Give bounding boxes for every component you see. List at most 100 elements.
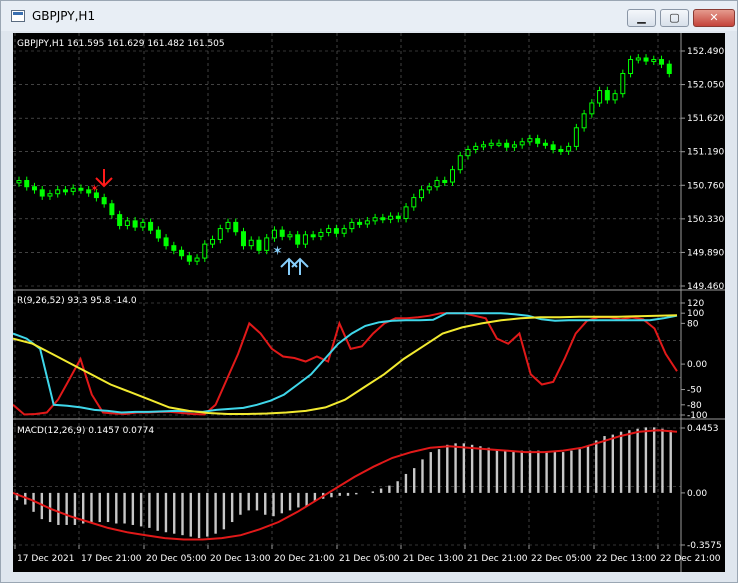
title-bar[interactable]: GBPJPY,H1 ▁ ▢ ✕	[1, 1, 737, 31]
candle-body	[581, 113, 587, 129]
candle-body	[419, 189, 425, 199]
x-tick-label: 20 Dec 05:00	[146, 554, 207, 564]
candle-body	[62, 189, 68, 193]
candle-body	[550, 144, 556, 150]
svg-text:✶: ✶	[272, 244, 283, 259]
candle-body	[426, 186, 432, 191]
y-tick-label: 149.890	[687, 248, 724, 258]
candle-body	[179, 249, 185, 257]
candle-body	[117, 214, 123, 227]
candle-body	[287, 234, 293, 238]
candle-body	[47, 193, 53, 197]
candle-body	[202, 243, 208, 259]
candle-body	[78, 187, 84, 191]
candle-body	[148, 221, 154, 231]
candle-body	[651, 59, 657, 63]
candle-body	[604, 90, 610, 101]
y-tick-label: 80	[687, 319, 699, 329]
minimize-button[interactable]: ▁	[627, 9, 656, 27]
x-tick-label: 20 Dec 13:00	[210, 554, 271, 564]
y-tick-label: 0.4453	[687, 424, 719, 434]
candle-body	[186, 255, 192, 262]
maximize-button[interactable]: ▢	[660, 9, 689, 27]
candle-body	[109, 203, 115, 216]
candle-body	[16, 180, 22, 184]
candle-body	[504, 142, 510, 148]
candle-body	[124, 220, 130, 227]
candle-body	[163, 237, 169, 247]
candle-body	[341, 228, 347, 234]
time-axis: 17 Dec 2021 17 Dec 21:00 20 Dec 05:00 20 De…	[14, 545, 721, 564]
rsi-axis: 12010080 0.00 -50 -80-100	[681, 299, 708, 421]
y-tick-label: -80	[687, 401, 702, 411]
candle-body	[620, 72, 626, 95]
candle-body	[24, 180, 30, 188]
candle-body	[248, 239, 254, 247]
candle-body	[171, 245, 177, 251]
candle-body	[628, 59, 634, 74]
candle-body	[295, 234, 301, 245]
candle-body	[132, 220, 138, 228]
x-tick-label: 22 Dec 05:00	[531, 554, 592, 564]
chart-area[interactable]: ✶ ✶ GBPJPY,H1 161.595 161.629 161.482 16…	[12, 33, 725, 572]
candle-body	[333, 228, 339, 234]
candle-body	[194, 257, 200, 262]
candle-body	[256, 239, 262, 251]
candle-body	[264, 237, 270, 251]
candle-body	[70, 187, 76, 192]
y-tick-label: 0.00	[687, 360, 707, 370]
x-tick-label: 20 Dec 21:00	[274, 554, 335, 564]
candle-body	[388, 215, 394, 220]
candle-body	[527, 138, 533, 143]
x-tick-label: 22 Dec 13:00	[596, 554, 657, 564]
x-tick-label: 17 Dec 2021	[17, 554, 75, 564]
candle-body	[566, 145, 572, 152]
candle-body	[240, 231, 246, 247]
candle-body	[573, 127, 579, 147]
candle-body	[434, 180, 440, 188]
candle-body	[140, 221, 146, 228]
buy-star-icon: ✶	[272, 244, 283, 259]
chart-window: GBPJPY,H1 ▁ ▢ ✕ ✶ ✶ GBPJPY,H1 161.595 16…	[0, 0, 738, 583]
candle-body	[666, 63, 672, 74]
macd-histogram	[12, 427, 678, 541]
candle-body	[643, 57, 649, 62]
candle-body	[225, 221, 231, 230]
close-button[interactable]: ✕	[693, 9, 735, 27]
candle-body	[473, 145, 479, 150]
chart-svg[interactable]: ✶ ✶ GBPJPY,H1 161.595 161.629 161.482 16…	[12, 33, 725, 572]
candle-body	[39, 189, 45, 197]
x-tick-label: 21 Dec 13:00	[403, 554, 464, 564]
price-axis: 152.490 152.050 151.620 151.190 150.760 150.3…	[681, 47, 724, 292]
y-tick-label: 151.620	[687, 114, 724, 124]
candle-body	[535, 138, 541, 144]
candle-body	[55, 189, 61, 195]
candle-body	[302, 234, 308, 245]
candle-body	[310, 234, 316, 238]
candle-body	[364, 220, 370, 225]
y-tick-label: -50	[687, 386, 702, 396]
candle-body	[612, 93, 618, 101]
candle-body	[465, 148, 471, 157]
y-tick-label: 0.00	[687, 489, 707, 499]
candle-body	[442, 180, 448, 184]
macd-axis: 0.4453 0.00 -0.3575	[681, 424, 722, 551]
candle-body	[210, 238, 216, 245]
candle-body	[271, 229, 277, 239]
candle-body	[597, 90, 603, 104]
chart-window-icon	[11, 10, 25, 22]
x-tick-label: 22 Dec 21:00	[660, 554, 721, 564]
y-tick-label: 120	[687, 299, 704, 309]
rsi-lines	[12, 312, 678, 416]
candle-body	[450, 169, 456, 183]
candle-body	[31, 186, 37, 191]
y-tick-label: 152.050	[687, 81, 724, 91]
candle-body	[659, 59, 665, 65]
sell-arrow-icon: ✶	[90, 169, 113, 195]
macd-signal-line	[12, 429, 678, 541]
y-tick-label: 150.760	[687, 181, 724, 191]
x-tick-label: 21 Dec 21:00	[467, 554, 528, 564]
macd-panel-header: MACD(12,26,9) 0.1457 0.0774	[17, 426, 154, 436]
y-tick-label: 150.330	[687, 215, 724, 225]
candle-body	[318, 231, 324, 237]
